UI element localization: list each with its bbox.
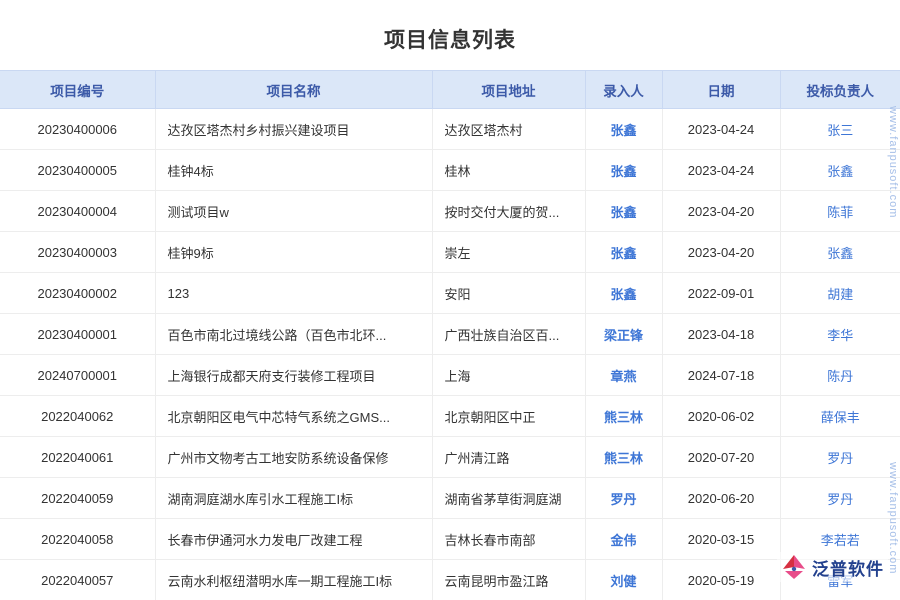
cell-date: 2020-05-19: [662, 560, 780, 600]
table-header-row: 项目编号项目名称项目地址录入人日期投标负责人: [0, 71, 900, 109]
cell-id: 20230400003: [0, 232, 155, 273]
column-header-manager: 投标负责人: [780, 71, 900, 109]
cell-name: 达孜区塔杰村乡村振兴建设项目: [155, 109, 432, 150]
cell-manager[interactable]: 张鑫: [780, 150, 900, 191]
cell-address: 云南昆明市盈江路: [432, 560, 585, 600]
cell-enterer[interactable]: 梁正锋: [585, 314, 662, 355]
brand-name: 泛普软件: [812, 555, 884, 580]
brand-watermark: 泛普软件: [777, 552, 888, 582]
cell-address: 上海: [432, 355, 585, 396]
cell-date: 2022-09-01: [662, 273, 780, 314]
cell-address: 广州清江路: [432, 437, 585, 478]
cell-name: 测试项目w: [155, 191, 432, 232]
table-row: 20230400005桂钟4标桂林张鑫2023-04-24张鑫: [0, 150, 900, 191]
cell-enterer[interactable]: 章燕: [585, 355, 662, 396]
table-row: 20240700001上海银行成都天府支行装修工程项目上海章燕2024-07-1…: [0, 355, 900, 396]
cell-manager[interactable]: 胡建: [780, 273, 900, 314]
cell-id: 20230400001: [0, 314, 155, 355]
cell-id: 2022040061: [0, 437, 155, 478]
table-row: 2022040061广州市文物考古工地安防系统设备保修广州清江路熊三林2020-…: [0, 437, 900, 478]
cell-name: 上海银行成都天府支行装修工程项目: [155, 355, 432, 396]
cell-date: 2024-07-18: [662, 355, 780, 396]
cell-manager[interactable]: 罗丹: [780, 478, 900, 519]
table-row: 2022040062北京朝阳区电气中芯特气系统之GMS...北京朝阳区中正熊三林…: [0, 396, 900, 437]
cell-id: 20230400004: [0, 191, 155, 232]
cell-name: 长春市伊通河水力发电厂改建工程: [155, 519, 432, 560]
column-header-name: 项目名称: [155, 71, 432, 109]
cell-date: 2020-03-15: [662, 519, 780, 560]
cell-id: 20240700001: [0, 355, 155, 396]
cell-date: 2023-04-20: [662, 232, 780, 273]
cell-date: 2023-04-24: [662, 150, 780, 191]
cell-id: 20230400006: [0, 109, 155, 150]
cell-enterer[interactable]: 张鑫: [585, 273, 662, 314]
cell-address: 广西壮族自治区百...: [432, 314, 585, 355]
table-row: 20230400002123安阳张鑫2022-09-01胡建: [0, 273, 900, 314]
cell-date: 2020-06-02: [662, 396, 780, 437]
table-body: 20230400006达孜区塔杰村乡村振兴建设项目达孜区塔杰村张鑫2023-04…: [0, 109, 900, 600]
cell-name: 桂钟9标: [155, 232, 432, 273]
project-list-page: 项目信息列表 项目编号项目名称项目地址录入人日期投标负责人 2023040000…: [0, 0, 900, 600]
cell-id: 2022040058: [0, 519, 155, 560]
cell-date: 2023-04-24: [662, 109, 780, 150]
cell-id: 2022040057: [0, 560, 155, 600]
cell-enterer[interactable]: 熊三林: [585, 396, 662, 437]
cell-address: 按时交付大厦的贺...: [432, 191, 585, 232]
cell-manager[interactable]: 陈菲: [780, 191, 900, 232]
fanpu-logo-icon: [781, 554, 807, 580]
table-row: 20230400006达孜区塔杰村乡村振兴建设项目达孜区塔杰村张鑫2023-04…: [0, 109, 900, 150]
cell-manager[interactable]: 薛保丰: [780, 396, 900, 437]
cell-name: 123: [155, 273, 432, 314]
column-header-enterer: 录入人: [585, 71, 662, 109]
cell-enterer[interactable]: 刘健: [585, 560, 662, 600]
cell-address: 湖南省茅草街洞庭湖: [432, 478, 585, 519]
column-header-id: 项目编号: [0, 71, 155, 109]
cell-date: 2020-06-20: [662, 478, 780, 519]
cell-name: 云南水利枢纽潜明水库一期工程施工I标: [155, 560, 432, 600]
cell-date: 2020-07-20: [662, 437, 780, 478]
table-row: 20230400001百色市南北过境线公路（百色市北环...广西壮族自治区百..…: [0, 314, 900, 355]
cell-address: 安阳: [432, 273, 585, 314]
page-title: 项目信息列表: [0, 0, 900, 70]
cell-date: 2023-04-20: [662, 191, 780, 232]
cell-name: 湖南洞庭湖水库引水工程施工I标: [155, 478, 432, 519]
cell-address: 达孜区塔杰村: [432, 109, 585, 150]
cell-name: 百色市南北过境线公路（百色市北环...: [155, 314, 432, 355]
cell-id: 2022040059: [0, 478, 155, 519]
cell-enterer[interactable]: 金伟: [585, 519, 662, 560]
cell-enterer[interactable]: 张鑫: [585, 191, 662, 232]
cell-address: 桂林: [432, 150, 585, 191]
cell-name: 桂钟4标: [155, 150, 432, 191]
cell-address: 北京朝阳区中正: [432, 396, 585, 437]
cell-manager[interactable]: 罗丹: [780, 437, 900, 478]
project-table: 项目编号项目名称项目地址录入人日期投标负责人 20230400006达孜区塔杰村…: [0, 70, 900, 600]
cell-enterer[interactable]: 张鑫: [585, 109, 662, 150]
cell-manager[interactable]: 张鑫: [780, 232, 900, 273]
table-row: 20230400003桂钟9标崇左张鑫2023-04-20张鑫: [0, 232, 900, 273]
cell-date: 2023-04-18: [662, 314, 780, 355]
cell-address: 吉林长春市南部: [432, 519, 585, 560]
cell-enterer[interactable]: 张鑫: [585, 232, 662, 273]
column-header-date: 日期: [662, 71, 780, 109]
cell-id: 20230400005: [0, 150, 155, 191]
cell-enterer[interactable]: 张鑫: [585, 150, 662, 191]
cell-address: 崇左: [432, 232, 585, 273]
table-row: 2022040057云南水利枢纽潜明水库一期工程施工I标云南昆明市盈江路刘健20…: [0, 560, 900, 600]
cell-manager[interactable]: 李华: [780, 314, 900, 355]
column-header-address: 项目地址: [432, 71, 585, 109]
table-row: 2022040058长春市伊通河水力发电厂改建工程吉林长春市南部金伟2020-0…: [0, 519, 900, 560]
cell-id: 2022040062: [0, 396, 155, 437]
table-row: 20230400004测试项目w按时交付大厦的贺...张鑫2023-04-20陈…: [0, 191, 900, 232]
cell-id: 20230400002: [0, 273, 155, 314]
cell-name: 北京朝阳区电气中芯特气系统之GMS...: [155, 396, 432, 437]
cell-manager[interactable]: 张三: [780, 109, 900, 150]
cell-name: 广州市文物考古工地安防系统设备保修: [155, 437, 432, 478]
table-row: 2022040059湖南洞庭湖水库引水工程施工I标湖南省茅草街洞庭湖罗丹2020…: [0, 478, 900, 519]
cell-enterer[interactable]: 罗丹: [585, 478, 662, 519]
cell-enterer[interactable]: 熊三林: [585, 437, 662, 478]
cell-manager[interactable]: 陈丹: [780, 355, 900, 396]
